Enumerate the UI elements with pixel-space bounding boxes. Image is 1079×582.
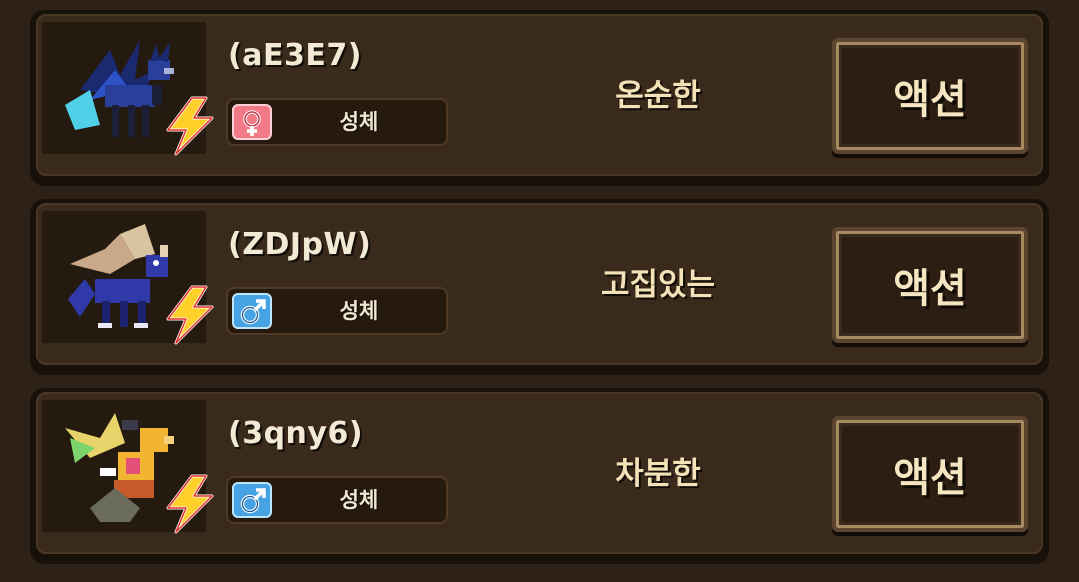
creature-name: (ZDJpW) — [228, 227, 372, 262]
action-button-label: 액션 — [893, 266, 967, 312]
creature-portrait[interactable] — [42, 400, 214, 534]
lightning-bolt-icon — [166, 285, 214, 345]
personality-trait: 고집있는 — [600, 267, 716, 303]
creature-card-body: (3qny6) 성체 차분한 액션 — [36, 392, 1043, 554]
female-icon — [232, 104, 272, 140]
growth-stage-badge: 성체 — [226, 98, 448, 146]
growth-stage-label: 성체 — [339, 488, 379, 512]
creature-card-body: (aE3E7) 성체 온순한 액션 — [36, 14, 1043, 176]
action-button[interactable]: 액션 — [832, 227, 1028, 343]
male-icon — [232, 482, 272, 518]
creature-portrait[interactable] — [42, 22, 214, 156]
action-button-label: 액션 — [893, 455, 967, 501]
male-icon — [232, 293, 272, 329]
creature-list: (aE3E7) 성체 온순한 액션 (ZDJpW) 성체 고집있는 액션 (3q… — [0, 0, 1079, 582]
action-button[interactable]: 액션 — [832, 416, 1028, 532]
creature-name: (3qny6) — [228, 416, 364, 451]
creature-portrait[interactable] — [42, 211, 214, 345]
growth-stage-badge: 성체 — [226, 476, 448, 524]
growth-stage-label: 성체 — [339, 299, 379, 323]
creature-name: (aE3E7) — [228, 38, 362, 73]
creature-card-body: (ZDJpW) 성체 고집있는 액션 — [36, 203, 1043, 365]
creature-card: (ZDJpW) 성체 고집있는 액션 — [30, 199, 1049, 375]
action-button[interactable]: 액션 — [832, 38, 1028, 154]
growth-stage-label: 성체 — [339, 110, 379, 134]
creature-card: (3qny6) 성체 차분한 액션 — [30, 388, 1049, 564]
personality-trait: 차분한 — [615, 456, 701, 492]
lightning-bolt-icon — [166, 474, 214, 534]
growth-stage-badge: 성체 — [226, 287, 448, 335]
personality-trait: 온순한 — [615, 78, 701, 114]
lightning-bolt-icon — [166, 96, 214, 156]
action-button-label: 액션 — [893, 77, 967, 123]
creature-card: (aE3E7) 성체 온순한 액션 — [30, 10, 1049, 186]
